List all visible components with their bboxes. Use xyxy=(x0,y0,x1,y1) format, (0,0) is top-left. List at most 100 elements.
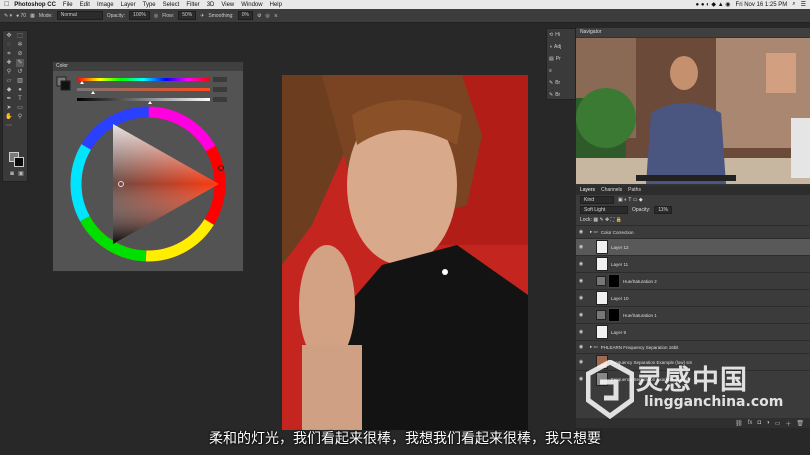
menu-3d[interactable]: 3D xyxy=(207,2,215,8)
dodge-tool-icon[interactable]: ● xyxy=(16,86,24,94)
hue-value-field[interactable] xyxy=(213,77,227,82)
filter-icons[interactable]: ▣ ◐ T ▭ ◆ xyxy=(618,197,643,203)
eyedropper-icon[interactable]: ⊘ xyxy=(16,50,24,58)
layer-row[interactable]: ◉ Layer 12 xyxy=(576,238,810,255)
menu-layer[interactable]: Layer xyxy=(121,2,136,8)
tab-channels[interactable]: Channels xyxy=(601,186,622,195)
healing-brush-icon[interactable]: ✚ xyxy=(5,59,13,67)
clone-stamp-icon[interactable]: ⚲ xyxy=(5,68,13,76)
gradient-tool-icon[interactable]: ▥ xyxy=(16,77,24,85)
flow-field[interactable]: 50% xyxy=(178,11,197,20)
pen-tool-icon[interactable]: ✒ xyxy=(5,95,13,103)
eye-icon[interactable]: ◉ xyxy=(576,261,586,267)
layer-row[interactable]: ◉ Layer 10 xyxy=(576,289,810,306)
airbrush-icon[interactable]: ✈ xyxy=(200,13,204,19)
magic-wand-icon[interactable]: ✲ xyxy=(16,41,24,49)
document-canvas[interactable] xyxy=(282,75,528,430)
color-wheel-area[interactable] xyxy=(53,71,243,271)
eye-icon[interactable]: ◉ xyxy=(576,244,586,250)
saturation-slider-handle[interactable] xyxy=(91,91,95,94)
saturation-slider[interactable] xyxy=(77,88,210,91)
history-brush-icon[interactable]: ↺ xyxy=(16,68,24,76)
menu-app[interactable]: Photoshop CC xyxy=(14,2,56,8)
brush-settings-button[interactable]: ✎ Br xyxy=(547,77,575,89)
menu-image[interactable]: Image xyxy=(97,2,114,8)
apple-icon[interactable]:  xyxy=(4,1,9,8)
bg-swatch[interactable] xyxy=(60,80,71,91)
smoothing-field[interactable]: 0% xyxy=(237,11,253,20)
menu-filter[interactable]: Filter xyxy=(186,2,199,8)
menu-help[interactable]: Help xyxy=(270,2,282,8)
menu-file[interactable]: File xyxy=(63,2,73,8)
shape-tool-icon[interactable]: ▭ xyxy=(16,104,24,112)
zoom-tool-icon[interactable]: ⚲ xyxy=(16,113,24,121)
marquee-tool-icon[interactable]: ⬚ xyxy=(16,32,24,40)
brightness-slider[interactable] xyxy=(77,98,210,101)
brightness-value-field[interactable] xyxy=(213,97,227,102)
crop-tool-icon[interactable]: ⌗ xyxy=(5,50,13,58)
brush-size[interactable]: ● 70 xyxy=(16,13,26,19)
eye-icon[interactable]: ◉ xyxy=(576,329,586,335)
history-panel-button[interactable]: ⟲ Hi xyxy=(547,29,575,41)
properties-panel-button[interactable]: ▤ Pr xyxy=(547,53,575,65)
tab-layers[interactable]: Layers xyxy=(580,186,595,195)
hand-tool-icon[interactable]: ✋ xyxy=(5,113,13,121)
eye-icon[interactable]: ◉ xyxy=(576,278,586,284)
path-selection-icon[interactable]: ➤ xyxy=(5,104,13,112)
brush-tool-icon[interactable]: ✎ xyxy=(16,59,24,67)
brushes-panel-button[interactable]: ✎ Br xyxy=(547,89,575,101)
pressure-size-icon[interactable]: ◎ xyxy=(265,13,269,19)
opacity-label: Opacity: xyxy=(106,12,126,19)
menu-select[interactable]: Select xyxy=(163,2,180,8)
opacity-field[interactable]: 100% xyxy=(129,11,150,20)
mode-select[interactable]: Normal xyxy=(56,11,103,20)
saturation-value-field[interactable] xyxy=(213,87,227,92)
adjustments-panel-button[interactable]: ◑ Adj xyxy=(547,41,575,53)
hue-slider[interactable] xyxy=(77,78,210,81)
eye-icon[interactable]: ◉ xyxy=(576,295,586,301)
background-color-swatch[interactable] xyxy=(14,157,24,167)
layer-row[interactable]: ◉ ▸ ▭ PHLEARN Frequency Separation 16bit xyxy=(576,340,810,353)
lock-icons[interactable]: Lock: ▦ ✎ ✥ ⛶ 🔒 xyxy=(580,217,622,223)
screen-mode-icon[interactable]: ▣ xyxy=(17,170,25,178)
eye-icon[interactable]: ◉ xyxy=(576,312,586,318)
edit-toolbar-icon[interactable]: ⋯ xyxy=(5,122,13,130)
list-icon[interactable]: ☰ xyxy=(801,1,806,8)
opacity-label: Opacity: xyxy=(632,207,651,213)
pressure-opacity-icon[interactable]: ◎ xyxy=(154,13,158,19)
brush-tool-icon[interactable]: ✎ ▾ xyxy=(4,13,12,19)
brightness-slider-handle[interactable] xyxy=(148,101,152,104)
eye-icon[interactable]: ◉ xyxy=(576,344,586,350)
layer-row[interactable]: ◉ ▸ ▭ Color Correction xyxy=(576,225,810,238)
layer-name: Layer 12 xyxy=(611,244,629,250)
menu-window[interactable]: Window xyxy=(241,2,262,8)
search-icon[interactable]: ⌕ xyxy=(792,1,795,8)
eye-icon[interactable]: ◉ xyxy=(576,229,586,235)
brush-panel-icon[interactable]: ▦ xyxy=(30,13,35,19)
eraser-icon[interactable]: ▱ xyxy=(5,77,13,85)
quick-mask-icon[interactable]: ◙ xyxy=(8,170,16,178)
menu-view[interactable]: View xyxy=(221,2,234,8)
menu-edit[interactable]: Edit xyxy=(80,2,90,8)
navigator-preview[interactable] xyxy=(576,38,810,184)
tab-paths[interactable]: Paths xyxy=(628,186,641,195)
layer-row[interactable]: ◉ Layer 11 xyxy=(576,255,810,272)
hue-slider-handle[interactable] xyxy=(80,81,84,84)
lasso-tool-icon[interactable]: ◌ xyxy=(5,41,13,49)
eye-icon[interactable]: ◉ xyxy=(576,359,586,365)
menu-type[interactable]: Type xyxy=(143,2,156,8)
layers-tabs: Layers Channels Paths xyxy=(576,186,810,195)
layer-row[interactable]: ◉ Layer 9 xyxy=(576,323,810,340)
type-tool-icon[interactable]: T xyxy=(16,95,24,103)
blend-mode-select[interactable]: Soft Light xyxy=(580,206,628,214)
layer-row[interactable]: ◉ Hue/Saturation 2 xyxy=(576,272,810,289)
layer-opacity-field[interactable]: 11% xyxy=(654,206,672,214)
eye-icon[interactable]: ◉ xyxy=(576,376,586,382)
layer-row[interactable]: ◉ Hue/Saturation 1 xyxy=(576,306,810,323)
blur-tool-icon[interactable]: ◆ xyxy=(5,86,13,94)
move-tool-icon[interactable]: ✥ xyxy=(5,32,13,40)
actions-panel-button[interactable]: ≡ xyxy=(547,65,575,77)
symmetry-icon[interactable]: ⨯ xyxy=(274,13,278,19)
layer-kind-filter[interactable]: Kind xyxy=(580,196,614,204)
gear-icon[interactable]: ⚙ xyxy=(257,13,261,19)
